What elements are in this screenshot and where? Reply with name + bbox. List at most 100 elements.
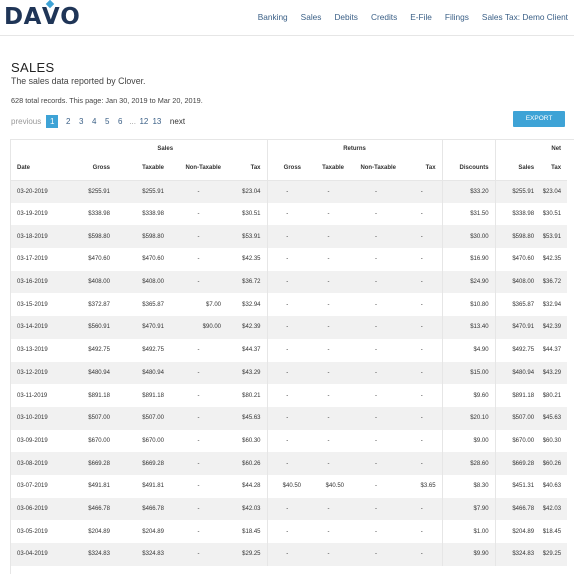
cell-returns-non-taxable: - (375, 415, 377, 422)
cell-net-tax: $40.63 (542, 483, 562, 490)
cell-date: 03-20-2019 (17, 188, 48, 195)
page-4-link[interactable]: 4 (88, 115, 100, 128)
cell-returns-taxable: - (327, 279, 330, 286)
nav-sales[interactable]: Sales (301, 12, 322, 22)
column-header-date[interactable]: Date (11, 157, 64, 181)
cell-returns-tax: - (420, 460, 423, 467)
nav-filings[interactable]: Filings (445, 12, 469, 22)
cell-date: 03-06-2019 (17, 505, 48, 512)
cell-gross: $480.94 (88, 369, 110, 376)
cell-net-tax: $23.04 (542, 188, 562, 195)
page-12-link[interactable]: 12 (138, 115, 150, 128)
cell-returns-tax: $3.65 (420, 483, 436, 490)
cell-returns-taxable: - (327, 324, 330, 331)
column-header-taxable[interactable]: Taxable (116, 157, 170, 181)
cell-returns-taxable: - (327, 528, 330, 535)
cell-taxable: $255.91 (142, 188, 164, 195)
cell-gross: $466.78 (88, 505, 110, 512)
cell-gross: $492.75 (88, 347, 110, 354)
cell-non-taxable: $7.00 (205, 301, 221, 308)
cell-non-taxable: - (197, 347, 200, 354)
cell-date: 03-14-2019 (17, 324, 48, 331)
cell-returns-non-taxable: - (375, 279, 377, 286)
page-6-link[interactable]: 6 (114, 115, 126, 128)
column-header-returns-non-taxable[interactable]: Non-Taxable (350, 157, 402, 181)
cell-taxable: $492.75 (142, 347, 164, 354)
cell-net-sales: $338.98 (494, 202, 541, 226)
cell-tax: $43.29 (242, 369, 261, 376)
table-row: 03-18-2019 $598.80 $598.80- $53.91- - - - $30.0… (11, 225, 568, 249)
pagination-ellipsis: ... (129, 116, 136, 126)
column-header-discounts[interactable]: Discounts (441, 157, 496, 181)
davo-logo[interactable]: DAVO (4, 4, 80, 30)
column-header-non-taxable[interactable]: Non-Taxable (170, 157, 227, 181)
cell-net-sales: $669.28 (494, 452, 541, 475)
nav-debits[interactable]: Debits (334, 12, 358, 22)
pagination-previous[interactable]: previous (11, 117, 41, 126)
nav-efile[interactable]: E-File (410, 12, 432, 22)
page-5-link[interactable]: 5 (101, 115, 113, 128)
sales-table: Sales Returns Net Date Gross Taxable Non… (11, 140, 568, 566)
cell-net-tax: $30.51 (542, 211, 562, 218)
cell-returns-taxable: $40.50 (325, 483, 344, 490)
column-header-tax[interactable]: Tax (227, 157, 267, 181)
cell-returns-gross: - (266, 452, 307, 475)
cell-returns-taxable: - (327, 188, 330, 195)
cell-returns-taxable: - (327, 551, 330, 558)
page-3-link[interactable]: 3 (75, 115, 87, 128)
page-subtitle: The sales data reported by Clover. (11, 76, 146, 86)
cell-discounts: $16.90 (441, 248, 496, 271)
cell-tax: $45.63 (242, 415, 261, 422)
column-header-gross[interactable]: Gross (64, 157, 116, 181)
cell-returns-gross: - (266, 270, 307, 294)
nav-credits[interactable]: Credits (371, 12, 397, 22)
cell-returns-tax: - (420, 505, 423, 512)
cell-date: 03-09-2019 (17, 437, 48, 444)
cell-net-sales: $507.00 (494, 406, 541, 430)
nav-banking[interactable]: Banking (258, 12, 288, 22)
column-header-returns-tax[interactable]: Tax (402, 157, 443, 181)
cell-date: 03-13-2019 (17, 347, 48, 354)
cell-returns-gross: - (266, 338, 307, 362)
nav-client-menu[interactable]: Sales Tax: Demo Client (482, 12, 568, 22)
cell-returns-gross: - (266, 520, 307, 543)
page-2-link[interactable]: 2 (62, 115, 74, 128)
column-header-returns-gross[interactable]: Gross (266, 157, 307, 181)
page-13-link[interactable]: 13 (151, 115, 163, 128)
cell-discounts: $1.00 (441, 520, 496, 543)
cell-taxable: $669.28 (142, 460, 164, 467)
export-button[interactable]: EXPORT (513, 111, 565, 127)
cell-non-taxable: - (197, 460, 200, 467)
cell-returns-gross: - (266, 429, 307, 453)
cell-returns-gross: - (266, 202, 307, 226)
column-header-net-tax[interactable]: Tax (540, 157, 568, 181)
cell-returns-tax: - (420, 347, 423, 354)
cell-gross: $491.81 (88, 483, 110, 490)
table-row: 03-09-2019 $670.00 $670.00- $60.30- - - - $9.00… (11, 429, 567, 453)
cell-discounts: $20.10 (441, 406, 496, 430)
cell-taxable: $670.00 (142, 437, 164, 444)
cell-returns-tax: - (420, 279, 423, 286)
cell-net-sales: $365.87 (494, 293, 541, 317)
cell-returns-taxable: - (327, 415, 330, 422)
cell-non-taxable: - (197, 369, 200, 376)
cell-date: 03-16-2019 (17, 279, 48, 286)
sales-table-container[interactable]: Sales Returns Net Date Gross Taxable Non… (10, 139, 574, 574)
cell-returns-non-taxable: - (375, 256, 377, 263)
cell-discounts: $28.60 (441, 452, 496, 475)
cell-taxable: $324.83 (142, 551, 164, 558)
table-row: 03-16-2019 $408.00 $408.00- $36.72- - - - $24.9… (11, 270, 568, 294)
column-header-returns-taxable[interactable]: Taxable (307, 157, 350, 181)
cell-taxable: $480.94 (142, 369, 164, 376)
cell-returns-non-taxable: - (375, 460, 377, 467)
cell-non-taxable: - (197, 211, 200, 218)
cell-date: 03-18-2019 (17, 233, 48, 240)
pagination-next[interactable]: next (170, 117, 185, 126)
cell-returns-non-taxable: - (375, 211, 377, 218)
column-header-net-sales[interactable]: Sales (494, 157, 541, 181)
cell-date: 03-12-2019 (17, 369, 48, 376)
page-1-link[interactable]: 1 (46, 114, 59, 128)
cell-date: 03-11-2019 (17, 392, 48, 399)
cell-net-tax: $32.94 (542, 301, 562, 308)
cell-returns-non-taxable: - (375, 437, 377, 444)
